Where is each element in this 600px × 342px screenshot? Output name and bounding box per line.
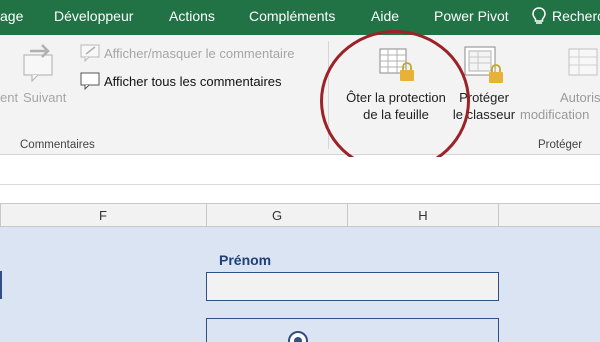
ribbon-tab-bar: age Développeur Actions Compléments Aide… [0,0,600,35]
tab-aide[interactable]: Aide [371,8,399,24]
tab-power-pivot[interactable]: Power Pivot [434,8,509,24]
column-header-row: F G H [0,203,600,227]
show-hide-comment-button[interactable]: Afficher/masquer le commentaire [104,46,295,61]
search-label: Recherc [552,8,600,24]
next-comment-button[interactable]: Suivant [23,90,66,105]
prenom-input[interactable] [206,272,499,301]
allow-edit-icon [568,48,598,76]
tab-developpeur[interactable]: Développeur [54,8,133,24]
column-header-h[interactable]: H [348,204,499,227]
group-label-proteger: Protéger [538,139,583,151]
formula-bar[interactable] [0,157,600,185]
tab-partial-page[interactable]: age [0,8,23,24]
column-header-g[interactable]: G [207,204,348,227]
form-option-box[interactable] [206,318,499,342]
allow-edit-label-line2: modification [520,107,590,122]
prenom-label: Prénom [219,252,272,268]
protect-workbook-icon [464,46,503,83]
column-header-f[interactable]: F [0,204,207,227]
worksheet-area[interactable]: Prénom [0,227,600,342]
allow-edit-ranges-button[interactable]: Autoris modification [520,89,600,123]
previous-comment-button[interactable]: ent [0,90,18,105]
arrow-next-icon [23,44,53,83]
tell-me-search[interactable]: Recherc [530,6,600,26]
ribbon-panel: ent Suivant Afficher/masquer le commenta… [0,35,600,155]
highlight-circle [320,30,470,172]
allow-edit-label-line1: Autoris [560,90,600,105]
comment-icon [80,44,100,62]
tab-complements[interactable]: Compléments [249,8,335,24]
formula-gap [0,185,600,203]
show-all-comments-button[interactable]: Afficher tous les commentaires [104,74,282,89]
left-field-edge [0,271,2,299]
lightbulb-icon [532,7,546,24]
tab-actions[interactable]: Actions [169,8,215,24]
comment-icon [80,72,100,90]
group-label-commentaires: Commentaires [20,139,95,151]
